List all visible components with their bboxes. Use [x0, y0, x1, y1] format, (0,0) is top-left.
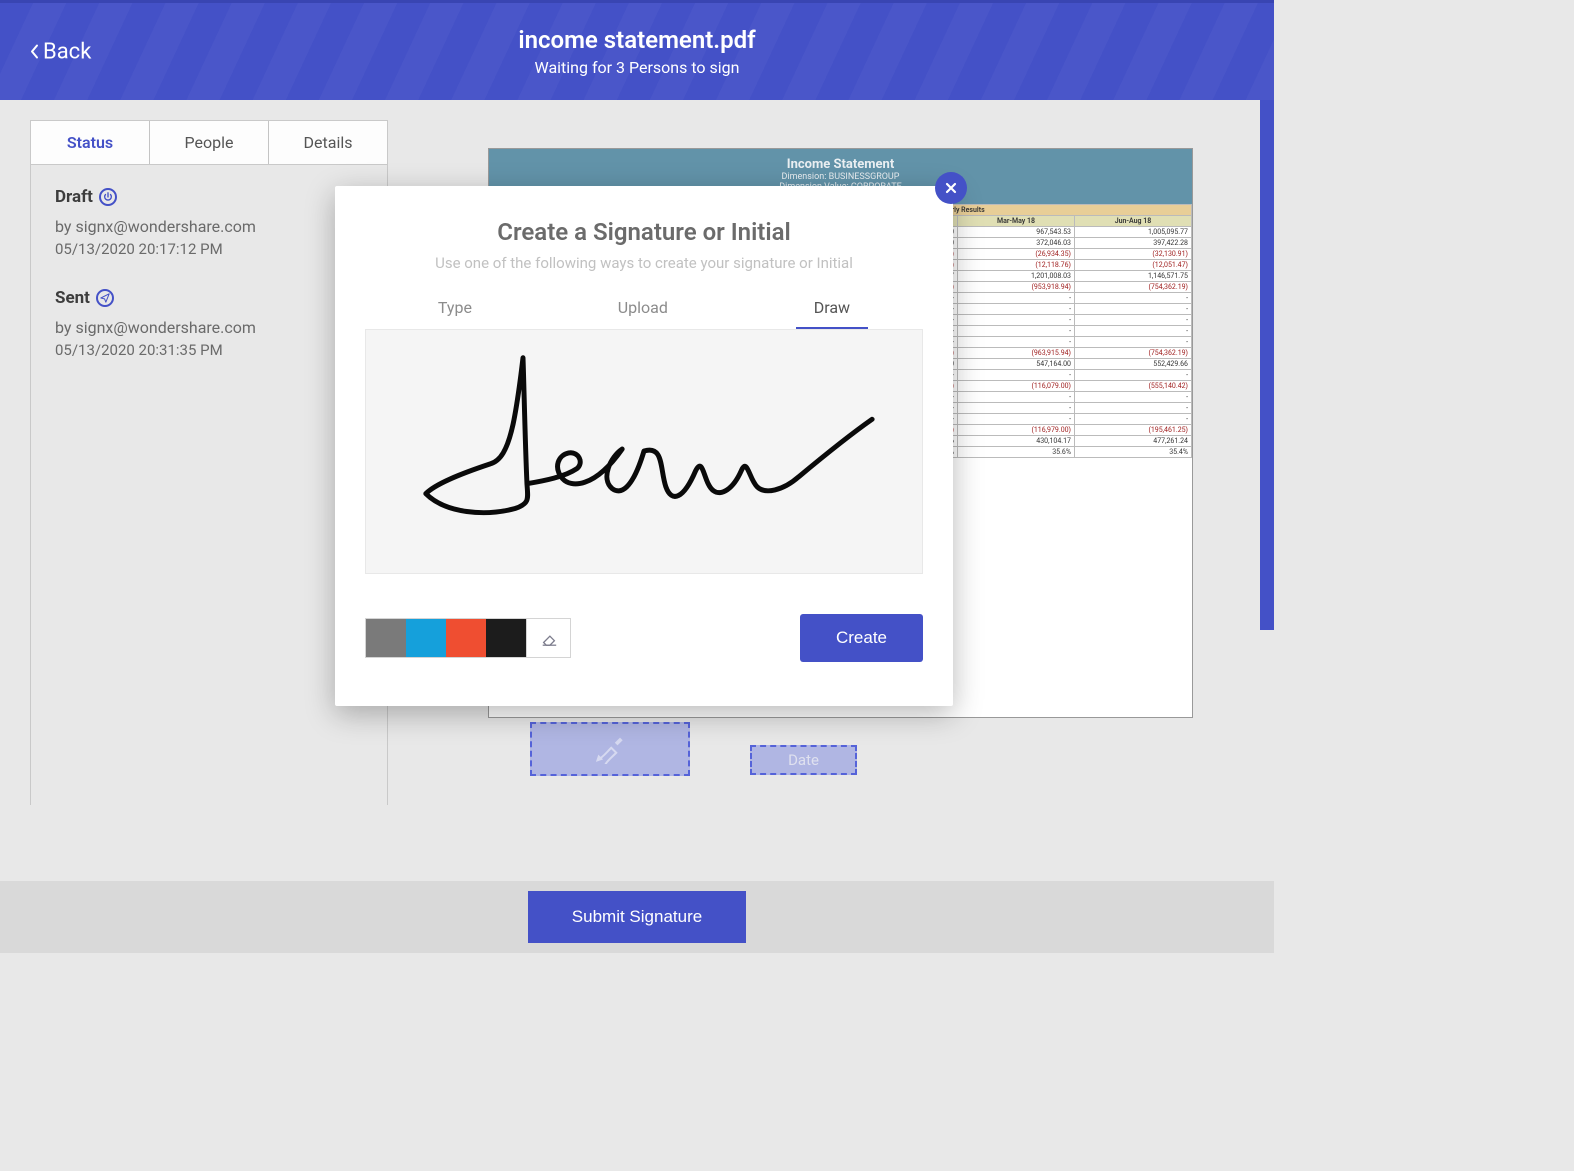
side-panel: Status People Details Draft by signx@won… — [0, 100, 390, 953]
date-field[interactable]: Date — [750, 745, 857, 775]
tab-upload-signature[interactable]: Upload — [600, 290, 686, 329]
chevron-left-icon — [27, 44, 41, 60]
app-header: Back income statement.pdf Waiting for 3 … — [0, 0, 1274, 100]
status-time: 05/13/2020 20:17:12 PM — [55, 240, 363, 258]
footer-bar: Submit Signature — [0, 881, 1274, 953]
document-title: income statement.pdf — [518, 26, 755, 54]
status-by: by signx@wondershare.com — [55, 217, 363, 236]
tab-details[interactable]: Details — [269, 121, 387, 164]
tab-status[interactable]: Status — [31, 121, 150, 164]
tab-draw-signature[interactable]: Draw — [796, 290, 868, 329]
send-icon — [96, 289, 114, 307]
modal-tabs: Type Upload Draw — [365, 290, 923, 329]
create-signature-modal: Create a Signature or Initial Use one of… — [335, 186, 953, 706]
tab-people[interactable]: People — [150, 121, 269, 164]
power-icon — [99, 188, 117, 206]
close-button[interactable] — [935, 172, 967, 204]
create-button[interactable]: Create — [800, 614, 923, 662]
modal-title: Create a Signature or Initial — [365, 218, 923, 246]
modal-subtitle: Use one of the following ways to create … — [365, 254, 923, 272]
date-label: Date — [788, 751, 819, 769]
back-label: Back — [43, 39, 91, 64]
status-by: by signx@wondershare.com — [55, 318, 363, 337]
color-swatch-blue[interactable] — [406, 619, 446, 657]
side-tabs: Status People Details — [30, 120, 388, 165]
color-swatch-black[interactable] — [486, 619, 526, 657]
eraser-icon — [540, 629, 558, 647]
signature-stroke — [366, 330, 922, 573]
close-icon — [944, 181, 958, 195]
status-item: Draft by signx@wondershare.com 05/13/202… — [55, 187, 363, 258]
back-button[interactable]: Back — [27, 39, 91, 64]
pen-icon — [595, 734, 625, 764]
color-swatch-red[interactable] — [446, 619, 486, 657]
scrollbar[interactable] — [1260, 100, 1274, 630]
signature-draw-canvas[interactable] — [365, 329, 923, 574]
document-subtitle: Waiting for 3 Persons to sign — [518, 58, 755, 77]
submit-signature-button[interactable]: Submit Signature — [528, 891, 746, 943]
status-item: Sent by signx@wondershare.com 05/13/2020… — [55, 288, 363, 359]
status-label-text: Draft — [55, 187, 93, 207]
doc-preview-sub1: Dimension: BUSINESSGROUP — [489, 172, 1192, 182]
status-label-text: Sent — [55, 288, 90, 308]
color-swatch-gray[interactable] — [366, 619, 406, 657]
signature-field[interactable] — [530, 722, 690, 776]
doc-preview-title: Income Statement — [489, 157, 1192, 172]
status-time: 05/13/2020 20:31:35 PM — [55, 341, 363, 359]
eraser-button[interactable] — [526, 619, 570, 657]
tab-type-signature[interactable]: Type — [420, 290, 490, 329]
color-picker — [365, 618, 571, 658]
